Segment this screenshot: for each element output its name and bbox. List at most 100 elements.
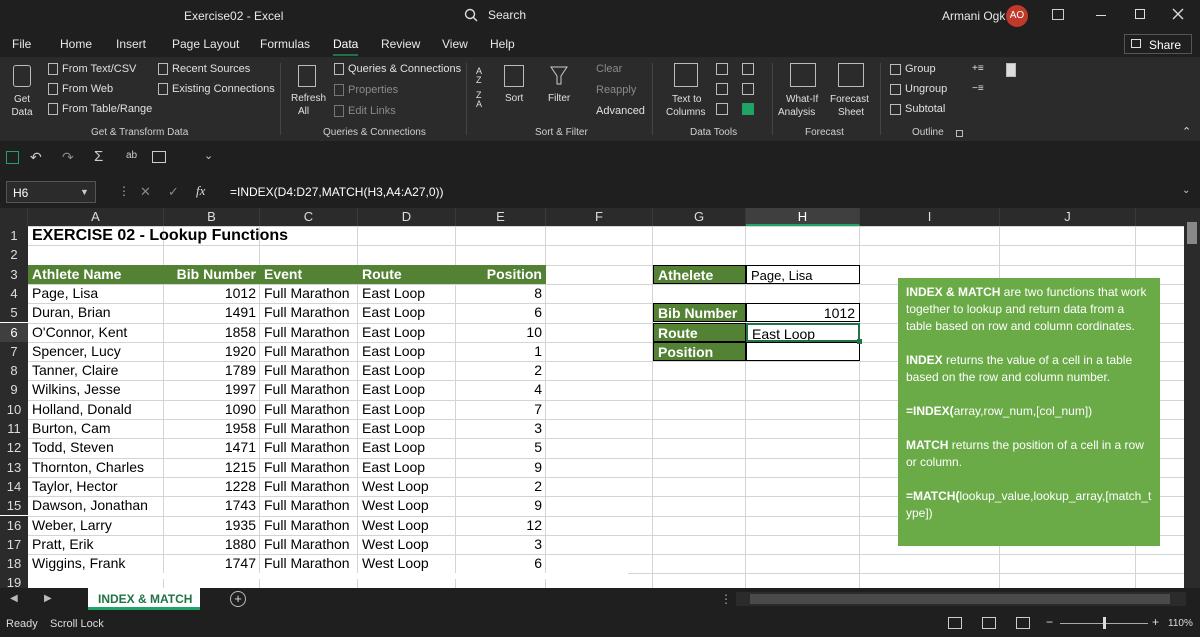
header-event[interactable]: Event (260, 264, 358, 284)
cell-position[interactable]: 2 (456, 477, 546, 496)
column-header-e[interactable]: E (456, 208, 546, 226)
cell-athlete-name[interactable]: Taylor, Hector (28, 477, 164, 496)
column-header-f[interactable]: F (546, 208, 653, 226)
scroll-thumb[interactable] (1187, 222, 1197, 244)
share-button[interactable]: Share (1124, 34, 1192, 54)
row-header[interactable]: 1 (0, 226, 28, 246)
cell-route[interactable]: East Loop (358, 303, 456, 322)
zoom-level[interactable]: 110% (1168, 618, 1193, 629)
cell-route[interactable]: East Loop (358, 342, 456, 361)
sheet-tab-index-match[interactable]: INDEX & MATCH (88, 588, 200, 610)
lookup-position-label[interactable]: Position (653, 341, 746, 362)
data-model-icon[interactable] (742, 103, 754, 115)
normal-view-icon[interactable] (948, 617, 962, 629)
row-header[interactable]: 11 (0, 419, 28, 439)
cell-position[interactable]: 3 (456, 535, 546, 554)
row-header[interactable]: 2 (0, 245, 28, 265)
existing-connections-button[interactable]: Existing Connections (172, 83, 275, 95)
cell-event[interactable]: Full Marathon (260, 516, 358, 535)
header-route[interactable]: Route (358, 264, 456, 284)
recent-sources-button[interactable]: Recent Sources (172, 63, 250, 75)
lookup-bib-label[interactable]: Bib Number (653, 303, 746, 323)
column-header-h[interactable]: H (746, 208, 860, 226)
close-icon[interactable] (1172, 8, 1184, 20)
zoom-slider[interactable] (1060, 617, 1148, 629)
cell-bib-number[interactable]: 1997 (164, 380, 260, 399)
menu-review[interactable]: Review (381, 37, 420, 51)
worksheet-grid[interactable]: A B C D E F G H I J 1 2 3 4 5 6 7 8 9 10 11 12 13 14 1… (0, 208, 1200, 588)
cell-athlete-name[interactable]: Burton, Cam (28, 419, 164, 438)
edit-links-button[interactable]: Edit Links (348, 105, 396, 117)
lookup-position-value[interactable] (746, 341, 860, 362)
reapply-button[interactable]: Reapply (596, 84, 636, 96)
menu-home[interactable]: Home (60, 37, 92, 51)
cell-route[interactable]: West Loop (358, 554, 456, 573)
column-header-a[interactable]: A (28, 208, 164, 226)
save-icon[interactable] (4, 8, 18, 22)
header-position[interactable]: Position (456, 264, 546, 284)
cell-event[interactable]: Full Marathon (260, 284, 358, 303)
collapse-ribbon-icon[interactable]: ⌃ (1182, 125, 1191, 138)
ungroup-button[interactable]: Ungroup (905, 83, 947, 95)
group-button[interactable]: Group (905, 63, 936, 75)
filter-toggle-icon[interactable] (152, 151, 166, 163)
cell-bib-number[interactable]: 1935 (164, 516, 260, 535)
cell-position[interactable]: 6 (456, 303, 546, 322)
cell-bib-number[interactable]: 1789 (164, 361, 260, 380)
outline-settings-icon[interactable] (956, 130, 963, 137)
cell-event[interactable]: Full Marathon (260, 380, 358, 399)
from-web-button[interactable]: From Web (62, 83, 113, 95)
cell-position[interactable]: 5 (456, 438, 546, 457)
sheet-title[interactable]: EXERCISE 02 - Lookup Functions (28, 226, 528, 245)
sort-button[interactable]: Sort (505, 93, 523, 104)
cell-bib-number[interactable]: 1747 (164, 554, 260, 573)
menu-help[interactable]: Help (490, 37, 515, 51)
row-header[interactable]: 5 (0, 303, 28, 323)
cell-position[interactable]: 4 (456, 380, 546, 399)
cell-position[interactable]: 6 (456, 554, 546, 573)
column-header-c[interactable]: C (260, 208, 358, 226)
ribbon-display-icon[interactable] (1052, 9, 1064, 20)
relationships-icon[interactable] (742, 83, 754, 95)
save-icon[interactable] (6, 151, 19, 164)
from-text-csv-button[interactable]: From Text/CSV (62, 63, 136, 75)
pane-icon[interactable] (1006, 63, 1016, 77)
get-data-button[interactable]: Get Data (8, 93, 36, 119)
cell-route[interactable]: East Loop (358, 438, 456, 457)
header-athlete-name[interactable]: Athlete Name (28, 264, 164, 284)
cell-route[interactable]: East Loop (358, 458, 456, 477)
hide-detail-icon[interactable]: −≡ (972, 83, 984, 94)
row-header[interactable]: 19 (0, 573, 28, 588)
horizontal-scrollbar[interactable] (736, 592, 1186, 606)
cell-route[interactable]: East Loop (358, 419, 456, 438)
lookup-route-label[interactable]: Route (653, 322, 746, 342)
menu-file[interactable]: File (12, 37, 31, 51)
row-header[interactable]: 13 (0, 457, 28, 477)
search-box[interactable]: Search (458, 5, 748, 25)
cell-route[interactable]: East Loop (358, 380, 456, 399)
row-header[interactable]: 9 (0, 380, 28, 400)
cell-position[interactable]: 3 (456, 419, 546, 438)
refresh-all-button[interactable]: Refresh (291, 93, 326, 104)
menu-insert[interactable]: Insert (116, 37, 146, 51)
menu-page-layout[interactable]: Page Layout (172, 37, 239, 51)
cell-athlete-name[interactable]: Wilkins, Jesse (28, 380, 164, 399)
cell-position[interactable]: 2 (456, 361, 546, 380)
next-sheet-icon[interactable]: ▶ (44, 593, 52, 604)
cell-route[interactable]: West Loop (358, 496, 456, 515)
cell-route[interactable]: East Loop (358, 400, 456, 419)
tab-split-icon[interactable]: ⋮ (720, 592, 732, 606)
cell-route[interactable]: West Loop (358, 477, 456, 496)
column-header-g[interactable]: G (653, 208, 746, 226)
remove-duplicates-icon[interactable] (716, 83, 728, 95)
cell-bib-number[interactable]: 1743 (164, 496, 260, 515)
cell-bib-number[interactable]: 1215 (164, 458, 260, 477)
row-header[interactable]: 14 (0, 476, 28, 497)
row-header[interactable]: 6 (0, 322, 28, 342)
horizontal-scroll-thumb[interactable] (750, 594, 1170, 604)
cell-event[interactable]: Full Marathon (260, 496, 358, 515)
row-header[interactable]: 18 (0, 554, 28, 574)
cell-event[interactable]: Full Marathon (260, 458, 358, 477)
forecast-sheet-button[interactable]: Forecast (830, 94, 869, 105)
cell-event[interactable]: Full Marathon (260, 303, 358, 322)
